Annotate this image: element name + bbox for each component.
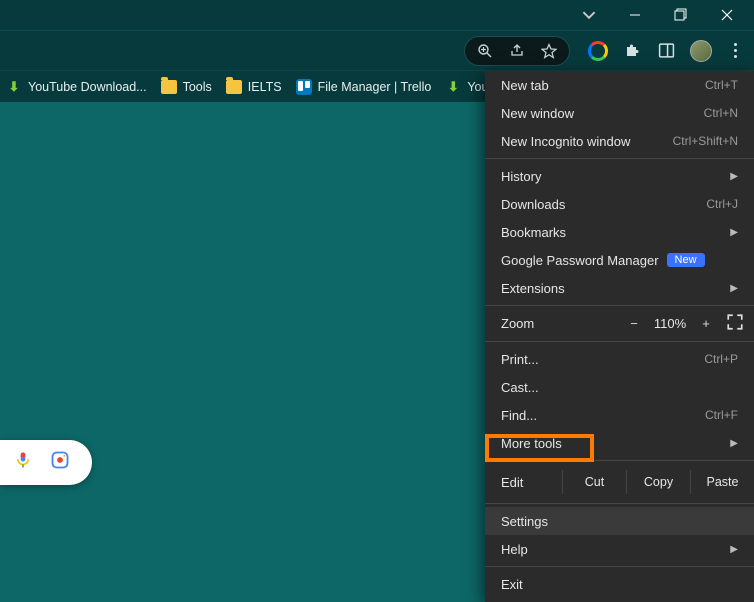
menu-downloads[interactable]: Downloads Ctrl+J — [485, 190, 754, 218]
extensions-puzzle-icon[interactable] — [622, 41, 642, 61]
cut-button[interactable]: Cut — [562, 470, 626, 494]
menu-password-manager[interactable]: Google Password ManagerNew — [485, 246, 754, 274]
submenu-arrow-icon: ▶ — [730, 283, 738, 294]
menu-zoom: Zoom − 110% + — [485, 309, 754, 338]
voice-search-pill — [0, 440, 92, 485]
menu-shortcut: Ctrl+Shift+N — [673, 134, 738, 148]
microphone-icon[interactable] — [14, 451, 32, 474]
kebab-menu-icon[interactable] — [726, 43, 744, 58]
window-titlebar — [0, 0, 754, 30]
menu-cast[interactable]: Cast... — [485, 373, 754, 401]
fullscreen-icon[interactable] — [720, 313, 744, 334]
menu-label: Exit — [501, 577, 523, 592]
copy-button[interactable]: Copy — [626, 470, 690, 494]
menu-label: Google Password ManagerNew — [501, 253, 705, 268]
menu-label: New tab — [501, 78, 549, 93]
menu-label: Print... — [501, 352, 539, 367]
zoom-in-button[interactable]: + — [692, 316, 720, 331]
menu-separator — [485, 566, 754, 567]
share-icon[interactable] — [507, 41, 527, 61]
menu-label: History — [501, 169, 541, 184]
zoom-icon[interactable] — [475, 41, 495, 61]
menu-shortcut: Ctrl+T — [705, 78, 738, 92]
menu-extensions[interactable]: Extensions ▶ — [485, 274, 754, 302]
submenu-arrow-icon: ▶ — [730, 438, 738, 449]
menu-label: New Incognito window — [501, 134, 630, 149]
menu-separator — [485, 460, 754, 461]
menu-exit[interactable]: Exit — [485, 570, 754, 598]
submenu-arrow-icon: ▶ — [730, 227, 738, 238]
menu-shortcut: Ctrl+F — [705, 408, 738, 422]
new-badge: New — [667, 253, 705, 267]
menu-new-window[interactable]: New window Ctrl+N — [485, 99, 754, 127]
bookmark-star-icon[interactable] — [539, 41, 559, 61]
tab-dropdown-icon[interactable] — [566, 8, 612, 22]
menu-separator — [485, 305, 754, 306]
menu-separator — [485, 341, 754, 342]
menu-settings[interactable]: Settings — [485, 507, 754, 535]
menu-bookmarks[interactable]: Bookmarks ▶ — [485, 218, 754, 246]
menu-label: Help — [501, 542, 528, 557]
browser-toolbar — [0, 30, 754, 70]
bookmark-label: IELTS — [248, 80, 282, 94]
paste-button[interactable]: Paste — [690, 470, 754, 494]
menu-label: Edit — [501, 475, 562, 490]
maximize-button[interactable] — [658, 0, 704, 30]
profile-avatar[interactable] — [690, 40, 712, 62]
submenu-arrow-icon: ▶ — [730, 171, 738, 182]
menu-find[interactable]: Find... Ctrl+F — [485, 401, 754, 429]
menu-print[interactable]: Print... Ctrl+P — [485, 345, 754, 373]
folder-icon — [161, 80, 177, 94]
menu-shortcut: Ctrl+J — [706, 197, 738, 211]
menu-separator — [485, 158, 754, 159]
bookmark-label: Tools — [183, 80, 212, 94]
close-button[interactable] — [704, 0, 750, 30]
menu-label: Cast... — [501, 380, 539, 395]
omnibox-actions — [464, 36, 570, 66]
menu-label: Extensions — [501, 281, 565, 296]
bookmark-label: YouTube Download... — [28, 80, 147, 94]
bookmark-item[interactable]: File Manager | Trello — [296, 79, 432, 95]
menu-separator — [485, 503, 754, 504]
menu-label: New window — [501, 106, 574, 121]
zoom-out-button[interactable]: − — [620, 316, 648, 331]
sidepanel-icon[interactable] — [656, 41, 676, 61]
chrome-main-menu: New tab Ctrl+T New window Ctrl+N New Inc… — [485, 71, 754, 602]
menu-label: Downloads — [501, 197, 565, 212]
download-icon: ⬇ — [6, 79, 22, 95]
minimize-button[interactable] — [612, 0, 658, 30]
menu-new-incognito[interactable]: New Incognito window Ctrl+Shift+N — [485, 127, 754, 155]
menu-more-tools[interactable]: More tools ▶ — [485, 429, 754, 457]
menu-help[interactable]: Help ▶ — [485, 535, 754, 563]
folder-icon — [226, 80, 242, 94]
menu-new-tab[interactable]: New tab Ctrl+T — [485, 71, 754, 99]
bookmark-item[interactable]: ⬇ YouTube Download... — [6, 79, 147, 95]
trello-icon — [296, 79, 312, 95]
menu-label: Bookmarks — [501, 225, 566, 240]
menu-label: Zoom — [501, 316, 620, 331]
bookmark-item[interactable]: IELTS — [226, 80, 282, 94]
bookmark-item[interactable]: Tools — [161, 80, 212, 94]
submenu-arrow-icon: ▶ — [730, 544, 738, 555]
zoom-value: 110% — [648, 316, 692, 331]
download-icon: ⬇ — [445, 79, 461, 95]
menu-history[interactable]: History ▶ — [485, 162, 754, 190]
menu-label: Find... — [501, 408, 537, 423]
menu-label: Settings — [501, 514, 548, 529]
extension-icons — [578, 40, 754, 62]
extension-circle-icon[interactable] — [588, 41, 608, 61]
menu-label: More tools — [501, 436, 562, 451]
bookmark-label: File Manager | Trello — [318, 80, 432, 94]
menu-edit-row: Edit Cut Copy Paste — [485, 464, 754, 500]
menu-shortcut: Ctrl+P — [704, 352, 738, 366]
lens-icon[interactable] — [50, 450, 70, 475]
menu-shortcut: Ctrl+N — [704, 106, 738, 120]
